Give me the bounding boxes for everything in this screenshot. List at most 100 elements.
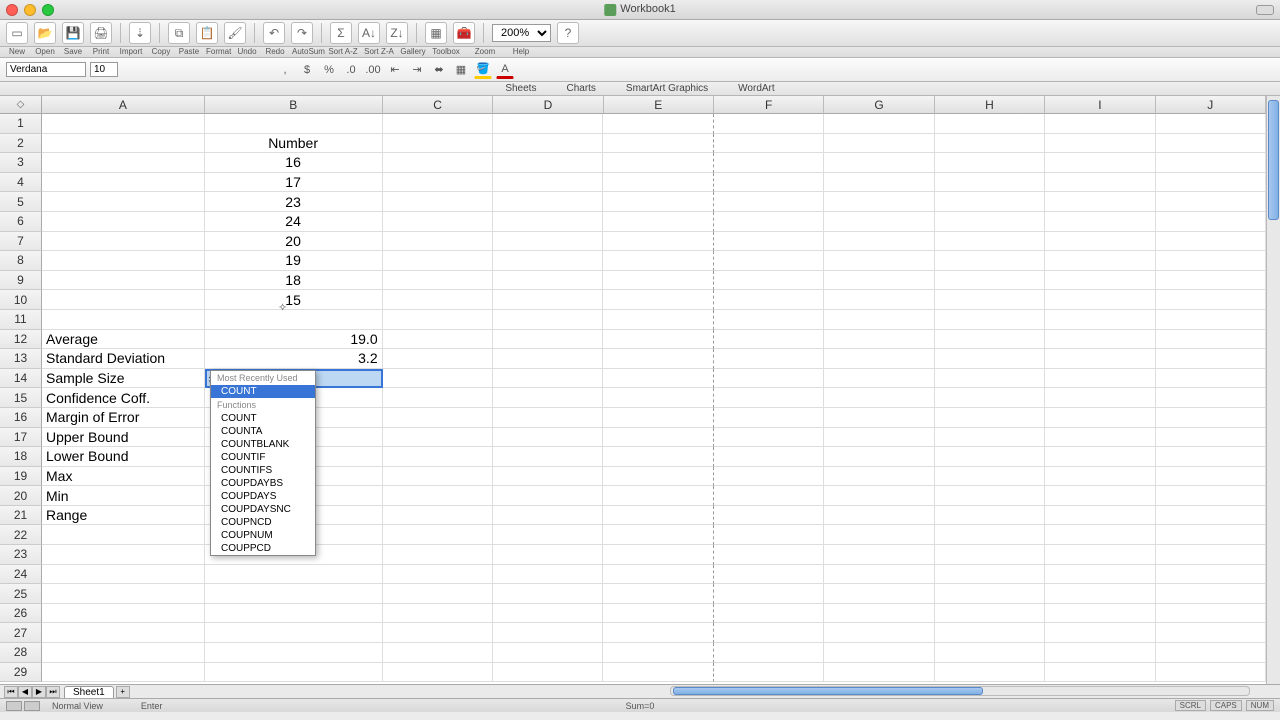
vscroll-thumb[interactable] [1268, 100, 1279, 220]
cell[interactable] [603, 486, 713, 506]
cell[interactable] [714, 310, 824, 330]
cell[interactable] [1045, 623, 1155, 643]
open-button[interactable]: 📂 [34, 22, 56, 44]
cell[interactable] [935, 447, 1045, 467]
cell[interactable]: 20 [205, 232, 383, 252]
cell[interactable]: Range [42, 506, 205, 526]
cell[interactable]: Margin of Error [42, 408, 205, 428]
zoom-select[interactable]: 200% [492, 24, 551, 42]
cell[interactable] [383, 604, 493, 624]
cell[interactable] [824, 114, 934, 134]
cell[interactable] [824, 545, 934, 565]
font-color-button[interactable]: A [496, 61, 514, 79]
cell[interactable] [935, 369, 1045, 389]
increase-indent-button[interactable]: ⇥ [408, 61, 426, 79]
cell[interactable] [1045, 388, 1155, 408]
cell[interactable] [714, 290, 824, 310]
cell[interactable] [1045, 525, 1155, 545]
cell[interactable] [1156, 525, 1266, 545]
cell[interactable] [383, 173, 493, 193]
sheet-first-button[interactable]: ⏮ [4, 686, 18, 698]
cell[interactable]: Min [42, 486, 205, 506]
cell[interactable] [603, 173, 713, 193]
cell[interactable] [1156, 134, 1266, 154]
col-header[interactable]: G [824, 96, 934, 114]
cell[interactable] [383, 565, 493, 585]
cell[interactable] [1156, 428, 1266, 448]
cell[interactable] [493, 251, 603, 271]
cell[interactable] [205, 114, 383, 134]
cell[interactable] [935, 310, 1045, 330]
cell[interactable] [42, 545, 205, 565]
row-header[interactable]: 5 [0, 192, 42, 212]
cell[interactable] [1156, 584, 1266, 604]
col-header[interactable]: I [1045, 96, 1155, 114]
cell[interactable] [603, 584, 713, 604]
col-header[interactable]: B [205, 96, 383, 114]
normal-view-button[interactable] [6, 701, 22, 711]
cell[interactable] [824, 663, 934, 683]
row-header[interactable]: 3 [0, 153, 42, 173]
cell[interactable] [714, 134, 824, 154]
copy-button[interactable]: ⧉ [168, 22, 190, 44]
cell[interactable] [824, 173, 934, 193]
col-header[interactable]: H [935, 96, 1045, 114]
cell[interactable] [714, 232, 824, 252]
row-header[interactable]: 21 [0, 506, 42, 526]
cell[interactable]: 17 [205, 173, 383, 193]
cell[interactable] [383, 271, 493, 291]
cell[interactable] [383, 643, 493, 663]
cell[interactable] [205, 663, 383, 683]
cell[interactable] [603, 271, 713, 291]
cell[interactable] [1156, 643, 1266, 663]
cell[interactable] [714, 643, 824, 663]
tab-smartart[interactable]: SmartArt Graphics [626, 83, 708, 94]
cell[interactable] [1156, 330, 1266, 350]
row-header[interactable]: 25 [0, 584, 42, 604]
row-header[interactable]: 22 [0, 525, 42, 545]
cell[interactable] [1156, 290, 1266, 310]
cell[interactable] [1156, 232, 1266, 252]
cell[interactable] [935, 408, 1045, 428]
cell[interactable] [935, 290, 1045, 310]
cell[interactable] [603, 192, 713, 212]
cell[interactable] [935, 232, 1045, 252]
font-size-input[interactable] [90, 62, 118, 77]
cell[interactable] [603, 623, 713, 643]
cell[interactable]: Lower Bound [42, 447, 205, 467]
cell[interactable] [42, 584, 205, 604]
gallery-button[interactable]: ▦ [425, 22, 447, 44]
cell[interactable] [383, 310, 493, 330]
cell[interactable] [1045, 408, 1155, 428]
cell[interactable] [603, 349, 713, 369]
cell[interactable] [603, 467, 713, 487]
cell[interactable] [1156, 212, 1266, 232]
cell[interactable] [1045, 545, 1155, 565]
cell[interactable] [493, 153, 603, 173]
row-header[interactable]: 28 [0, 643, 42, 663]
cell[interactable] [824, 388, 934, 408]
cell[interactable] [824, 192, 934, 212]
redo-button[interactable]: ↷ [291, 22, 313, 44]
cell[interactable] [493, 565, 603, 585]
add-sheet-button[interactable]: + [116, 686, 130, 698]
cell[interactable] [42, 290, 205, 310]
cell[interactable] [493, 271, 603, 291]
cell[interactable] [824, 623, 934, 643]
cell[interactable] [383, 506, 493, 526]
cell[interactable] [714, 506, 824, 526]
cell[interactable] [603, 310, 713, 330]
row-header[interactable]: 14 [0, 369, 42, 389]
cell[interactable] [42, 663, 205, 683]
cell[interactable] [493, 604, 603, 624]
cell[interactable] [493, 173, 603, 193]
row-header[interactable]: 23 [0, 545, 42, 565]
decrease-decimal-button[interactable]: .0 [342, 61, 360, 79]
cell[interactable] [824, 251, 934, 271]
cell[interactable] [493, 134, 603, 154]
cell[interactable] [935, 173, 1045, 193]
cell[interactable] [205, 623, 383, 643]
cell[interactable] [824, 212, 934, 232]
cell[interactable] [1045, 565, 1155, 585]
sheet-tab[interactable]: Sheet1 [64, 686, 114, 698]
